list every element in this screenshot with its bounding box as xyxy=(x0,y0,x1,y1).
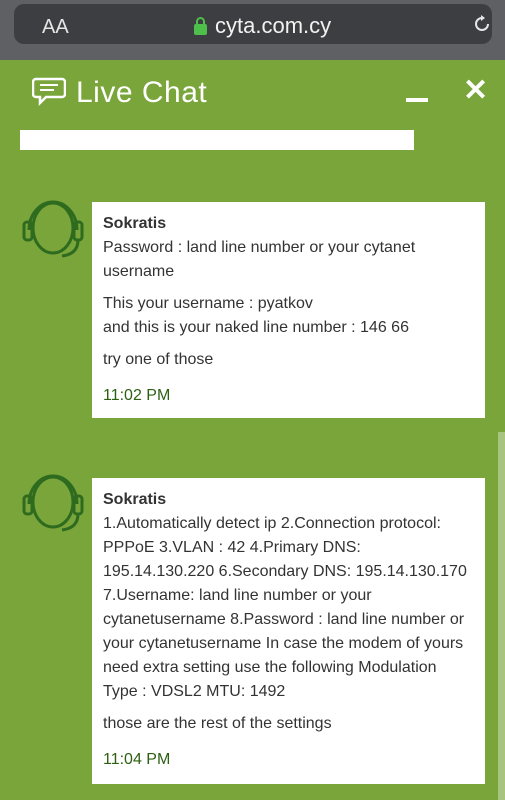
message-text: those are the rest of the settings xyxy=(103,715,332,732)
chat-message: Sokratis Password : land line number or … xyxy=(92,202,485,418)
message-text: Password : land line number or your cyta… xyxy=(103,239,416,280)
minimize-button[interactable] xyxy=(406,98,428,102)
chat-header: Live Chat ✕ xyxy=(0,60,505,130)
message-text: try one of those xyxy=(103,351,214,368)
url-display[interactable]: cyta.com.cy xyxy=(194,13,331,39)
text-size-button[interactable]: AA xyxy=(42,16,69,39)
message-sender: Sokratis xyxy=(103,215,167,232)
message-text: and this is your naked line number : 146… xyxy=(103,319,409,336)
message-text: This your username : pyatkov xyxy=(103,295,313,312)
scrollbar[interactable] xyxy=(498,432,505,800)
browser-address-bar: AA cyta.com.cy xyxy=(0,0,505,60)
message-time: 11:04 PM xyxy=(103,751,171,768)
url-field[interactable]: AA cyta.com.cy xyxy=(14,4,492,44)
chat-message: Sokratis 1.Automatically detect ip 2.Con… xyxy=(92,478,485,784)
close-button[interactable]: ✕ xyxy=(463,76,488,106)
previous-message-bubble xyxy=(20,130,414,150)
agent-headset-icon xyxy=(22,474,84,532)
chat-title: Live Chat xyxy=(76,76,208,109)
message-time: 11:02 PM xyxy=(103,387,171,404)
url-text: cyta.com.cy xyxy=(215,13,332,38)
chat-bubble-icon xyxy=(32,77,66,107)
lock-icon xyxy=(194,16,207,35)
agent-headset-icon xyxy=(22,200,84,258)
message-sender: Sokratis xyxy=(103,491,167,508)
reload-icon[interactable] xyxy=(472,14,492,34)
message-text: 1.Automatically detect ip 2.Connection p… xyxy=(103,515,467,700)
